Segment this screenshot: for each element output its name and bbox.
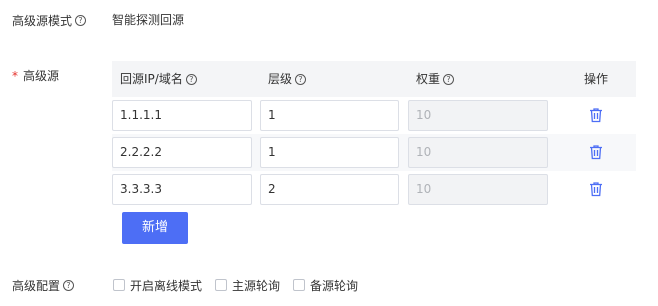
column-actions: 操作 bbox=[584, 61, 608, 97]
address-input[interactable]: 2.2.2.2 bbox=[112, 137, 252, 168]
weight-input: 10 bbox=[408, 137, 548, 168]
backup-polling-label: 备源轮询 bbox=[310, 278, 359, 293]
mode-label-group: 高级源模式 ? bbox=[12, 12, 87, 28]
level-input[interactable]: 1 bbox=[260, 100, 399, 131]
weight-input: 10 bbox=[408, 174, 548, 205]
primary-polling-checkbox[interactable]: 主源轮询 bbox=[215, 277, 280, 294]
question-circle-icon[interactable]: ? bbox=[63, 279, 75, 291]
level-input[interactable]: 1 bbox=[260, 137, 399, 168]
level-input[interactable]: 2 bbox=[260, 174, 399, 205]
question-circle-icon[interactable]: ? bbox=[295, 73, 307, 85]
question-circle-icon[interactable]: ? bbox=[443, 73, 455, 85]
question-circle-icon[interactable]: ? bbox=[185, 73, 197, 85]
column-weight: 权重 ? bbox=[416, 61, 455, 97]
column-actions-label: 操作 bbox=[584, 72, 609, 86]
backup-polling-checkbox[interactable]: 备源轮询 bbox=[293, 277, 358, 294]
table-row: 3.3.3.3 2 10 bbox=[112, 171, 636, 208]
trash-icon[interactable] bbox=[589, 181, 603, 197]
config-label-group: 高级配置 ? bbox=[12, 277, 75, 293]
address-input[interactable]: 1.1.1.1 bbox=[112, 100, 252, 131]
origin-label: 高级源 bbox=[23, 69, 60, 83]
trash-icon[interactable] bbox=[589, 107, 603, 123]
table-row: 1.1.1.1 1 10 bbox=[112, 97, 636, 134]
checkbox-box[interactable] bbox=[113, 279, 125, 291]
mode-label: 高级源模式 bbox=[12, 13, 73, 28]
column-address-label: 回源IP/域名 bbox=[120, 72, 183, 86]
trash-icon[interactable] bbox=[589, 144, 603, 160]
origin-label-group: * 高级源 bbox=[12, 68, 59, 84]
column-weight-label: 权重 bbox=[416, 72, 441, 86]
column-level-label: 层级 bbox=[268, 72, 293, 86]
config-label: 高级配置 bbox=[12, 278, 61, 293]
question-circle-icon[interactable]: ? bbox=[75, 14, 87, 26]
column-level: 层级 ? bbox=[268, 61, 307, 97]
column-address: 回源IP/域名 ? bbox=[120, 61, 197, 97]
mode-value: 智能探测回源 bbox=[112, 13, 185, 27]
offline-mode-label: 开启离线模式 bbox=[130, 278, 203, 293]
table-row: 2.2.2.2 1 10 bbox=[112, 134, 636, 171]
config-options: 开启离线模式 主源轮询 备源轮询 bbox=[113, 277, 371, 293]
offline-mode-checkbox[interactable]: 开启离线模式 bbox=[113, 277, 202, 294]
add-origin-button[interactable]: 新增 bbox=[122, 212, 188, 244]
checkbox-box[interactable] bbox=[293, 279, 306, 291]
required-mark: * bbox=[12, 69, 18, 83]
weight-input: 10 bbox=[408, 100, 548, 131]
address-input[interactable]: 3.3.3.3 bbox=[112, 174, 252, 205]
primary-polling-label: 主源轮询 bbox=[232, 278, 281, 293]
checkbox-box[interactable] bbox=[215, 279, 228, 291]
origin-table-header: 回源IP/域名 ? 层级 ? 权重 ? 操作 bbox=[112, 61, 636, 97]
